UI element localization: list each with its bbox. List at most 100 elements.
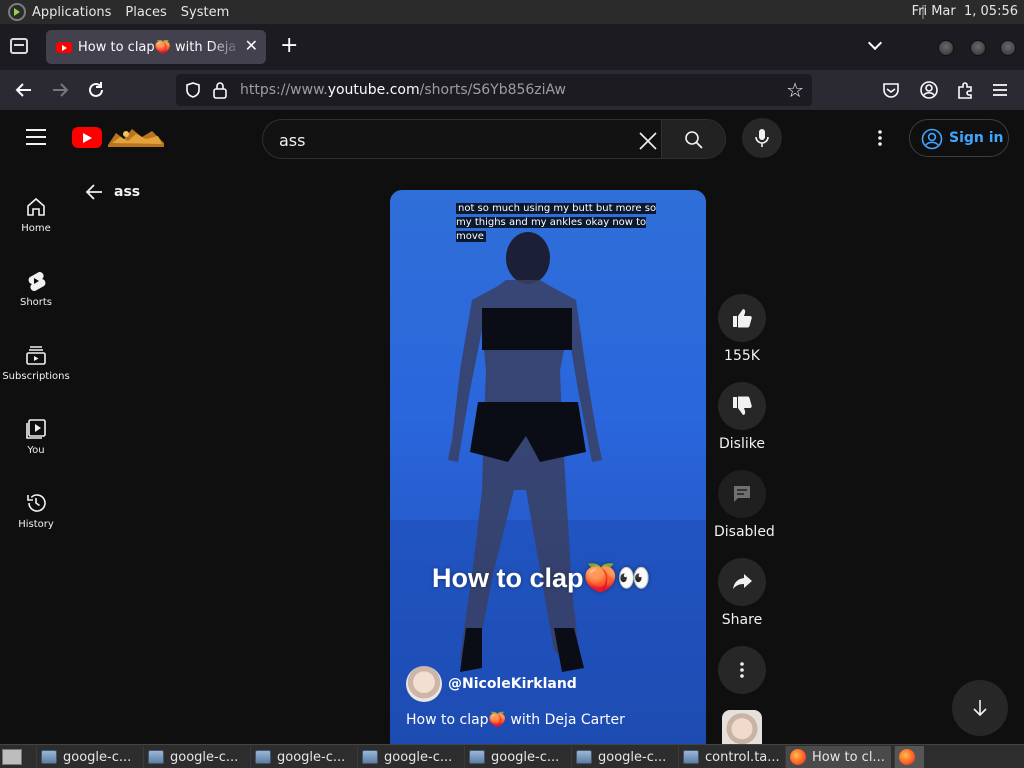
new-tab-icon[interactable]: + bbox=[280, 35, 298, 57]
tab-close-icon[interactable]: ✕ bbox=[245, 38, 258, 54]
terminal-window-icon bbox=[41, 750, 57, 764]
firefox-icon bbox=[899, 749, 915, 765]
settings-more-icon[interactable] bbox=[870, 128, 890, 148]
taskbar-item[interactable]: google-c... bbox=[143, 746, 247, 768]
window-maximize-button[interactable] bbox=[970, 40, 986, 56]
terminal-window-icon bbox=[683, 750, 699, 764]
terminal-window-icon bbox=[148, 750, 164, 764]
tracking-protection-shield-icon[interactable] bbox=[184, 81, 202, 99]
youtube-favicon-icon bbox=[56, 41, 72, 53]
channel-thumbnail[interactable] bbox=[722, 710, 762, 744]
channel-row[interactable]: @NicoleKirkland bbox=[406, 666, 577, 702]
subscriptions-icon bbox=[26, 346, 46, 365]
video-title[interactable]: How to clap🍑 with Deja Carter bbox=[406, 712, 625, 728]
taskbar-item-label: google-c... bbox=[384, 749, 453, 765]
applications-menu[interactable]: Applications bbox=[32, 5, 111, 20]
channel-name[interactable]: @NicoleKirkland bbox=[448, 676, 577, 692]
taskbar-item[interactable]: google-c... bbox=[250, 746, 354, 768]
window-close-button[interactable] bbox=[1000, 40, 1016, 56]
browser-tab-active[interactable]: How to clap🍑 with Deja Carter ✕ bbox=[46, 30, 266, 64]
you-icon bbox=[26, 419, 46, 439]
like-button[interactable]: 155K bbox=[714, 294, 770, 364]
more-vert-icon bbox=[740, 662, 744, 678]
taskbar-item[interactable]: google-c... bbox=[464, 746, 568, 768]
guide-item-home[interactable]: Home bbox=[0, 180, 72, 240]
lock-icon[interactable] bbox=[212, 81, 228, 99]
like-count: 155K bbox=[724, 348, 760, 364]
terminal-window-icon bbox=[576, 750, 592, 764]
taskbar-firefox-launcher[interactable] bbox=[894, 746, 924, 768]
system-menu[interactable]: System bbox=[181, 5, 229, 20]
browser-tabstrip: How to clap🍑 with Deja Carter ✕ + bbox=[0, 24, 1024, 70]
guide-menu-icon[interactable] bbox=[26, 129, 46, 145]
address-bar[interactable]: https://www.youtube.com/shorts/S6Yb856zi… bbox=[176, 74, 812, 106]
guide-item-shorts[interactable]: Shorts bbox=[0, 254, 72, 314]
browser-navbar: https://www.youtube.com/shorts/S6Yb856zi… bbox=[0, 70, 1024, 110]
shorts-icon bbox=[28, 271, 46, 292]
taskbar-item[interactable]: google-c... bbox=[571, 746, 675, 768]
share-icon bbox=[733, 574, 752, 589]
places-menu[interactable]: Places bbox=[125, 5, 166, 20]
video-overlay-title: How to clap🍑👀 bbox=[432, 563, 651, 593]
taskbar-item-active[interactable]: How to cl... bbox=[785, 746, 891, 768]
account-circle-icon bbox=[921, 128, 943, 150]
thumbs-down-icon bbox=[733, 396, 752, 415]
share-label: Share bbox=[721, 612, 763, 628]
next-short-button[interactable] bbox=[952, 680, 1008, 736]
window-minimize-button[interactable] bbox=[938, 40, 954, 56]
back-to-search-button[interactable]: ass bbox=[84, 182, 140, 202]
tab-title: How to clap🍑 with Deja Carter bbox=[78, 39, 242, 55]
back-icon[interactable] bbox=[14, 80, 34, 100]
taskbar-item-label: How to cl... bbox=[812, 749, 885, 765]
forward-icon[interactable] bbox=[50, 80, 70, 100]
system-top-panel: Applications Places System Fri Mar 1, 05… bbox=[0, 0, 1024, 24]
terminal-window-icon bbox=[469, 750, 485, 764]
more-actions-button[interactable] bbox=[714, 646, 770, 694]
taskbar-item-label: google-c... bbox=[277, 749, 346, 765]
arrow-down-icon bbox=[973, 700, 987, 717]
pocket-icon[interactable] bbox=[882, 81, 900, 99]
home-icon bbox=[27, 197, 45, 216]
guide-item-you[interactable]: You bbox=[0, 402, 72, 462]
app-menu-icon[interactable] bbox=[991, 81, 1009, 99]
share-button[interactable]: Share bbox=[714, 558, 770, 628]
youtube-logo-icon[interactable] bbox=[72, 127, 102, 148]
channel-avatar[interactable] bbox=[406, 666, 442, 702]
sign-in-label: Sign in bbox=[949, 130, 1004, 146]
extensions-icon[interactable] bbox=[955, 80, 975, 100]
voice-search-button[interactable] bbox=[742, 118, 782, 158]
comments-button[interactable]: Disabled bbox=[714, 470, 775, 540]
guide-item-history[interactable]: History bbox=[0, 476, 72, 536]
youtube-doodle-icon[interactable] bbox=[106, 125, 166, 149]
url-text[interactable]: https://www.youtube.com/shorts/S6Yb856zi… bbox=[240, 82, 566, 98]
history-icon bbox=[27, 494, 46, 512]
search-button[interactable] bbox=[661, 120, 725, 158]
search-icon bbox=[685, 131, 703, 149]
taskbar-item[interactable]: google-c... bbox=[357, 746, 461, 768]
taskbar-item-label: control.ta... bbox=[705, 749, 780, 765]
tab-overview-icon[interactable] bbox=[10, 38, 28, 54]
guide-label-history: History bbox=[18, 519, 54, 530]
bookmark-star-icon[interactable]: ☆ bbox=[786, 78, 804, 102]
clock[interactable]: Fri Mar 1, 05:56 bbox=[912, 4, 1018, 19]
account-icon[interactable] bbox=[919, 80, 939, 100]
guide-item-subscriptions[interactable]: Subscriptions bbox=[0, 328, 72, 388]
short-video-player[interactable]: not so much using my butt but more so my… bbox=[390, 190, 706, 744]
show-desktop-icon[interactable] bbox=[2, 749, 22, 765]
os-logo-icon[interactable] bbox=[8, 3, 26, 21]
guide-label-you: You bbox=[27, 445, 45, 456]
taskbar-item[interactable]: control.ta... bbox=[678, 746, 782, 768]
taskbar-item[interactable]: google-c... bbox=[36, 746, 140, 768]
dislike-button[interactable]: Dislike bbox=[714, 382, 770, 452]
terminal-window-icon bbox=[255, 750, 271, 764]
clear-search-icon[interactable] bbox=[637, 130, 659, 152]
guide-label-shorts: Shorts bbox=[19, 297, 53, 308]
arrow-back-icon bbox=[85, 184, 102, 200]
taskbar-item-label: google-c... bbox=[63, 749, 132, 765]
search-box[interactable] bbox=[262, 119, 726, 159]
sign-in-button[interactable]: Sign in bbox=[909, 119, 1009, 157]
search-input[interactable] bbox=[279, 129, 619, 151]
reload-icon[interactable] bbox=[86, 80, 106, 100]
list-all-tabs-icon[interactable] bbox=[867, 35, 883, 51]
thumbs-up-icon bbox=[733, 309, 752, 328]
